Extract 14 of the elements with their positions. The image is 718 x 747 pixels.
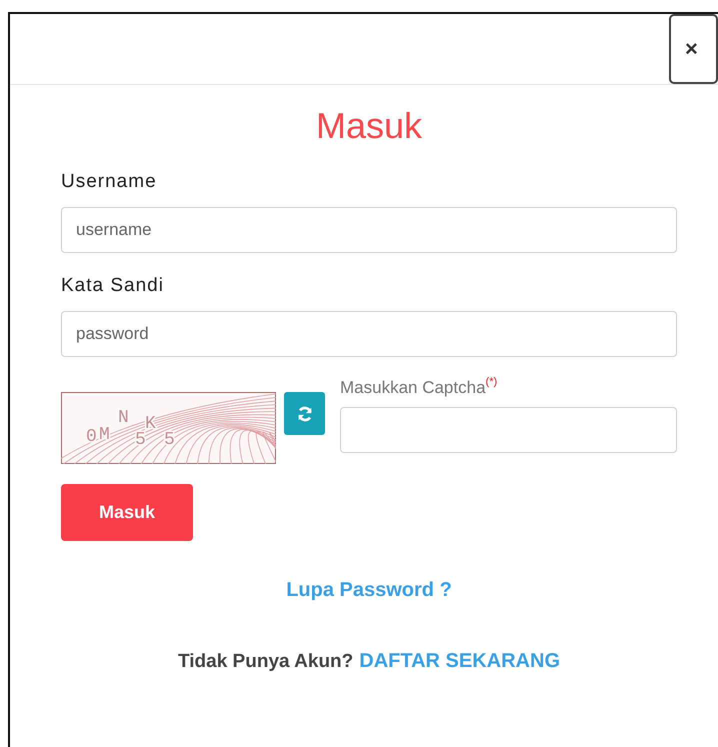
- close-button[interactable]: ×: [669, 14, 718, 84]
- captcha-label: Masukkan Captcha$^{(*)}$: [340, 376, 498, 399]
- register-prompt: Tidak Punya Akun?: [178, 651, 354, 672]
- refresh-button[interactable]: [284, 392, 325, 435]
- password-field[interactable]: password: [61, 311, 677, 357]
- refresh-icon: [296, 404, 314, 422]
- username-label: Username: [61, 171, 158, 194]
- username-field[interactable]: username: [61, 207, 677, 253]
- forgot-password-link[interactable]: Lupa Password ?: [286, 579, 452, 601]
- login-button[interactable]: Masuk: [61, 484, 193, 541]
- dialog-title: Masuk: [314, 105, 424, 148]
- captcha-field[interactable]: [340, 407, 677, 453]
- password-label: Kata Sandi: [61, 275, 165, 298]
- register-link[interactable]: DAFTAR SEKARANG: [359, 650, 560, 672]
